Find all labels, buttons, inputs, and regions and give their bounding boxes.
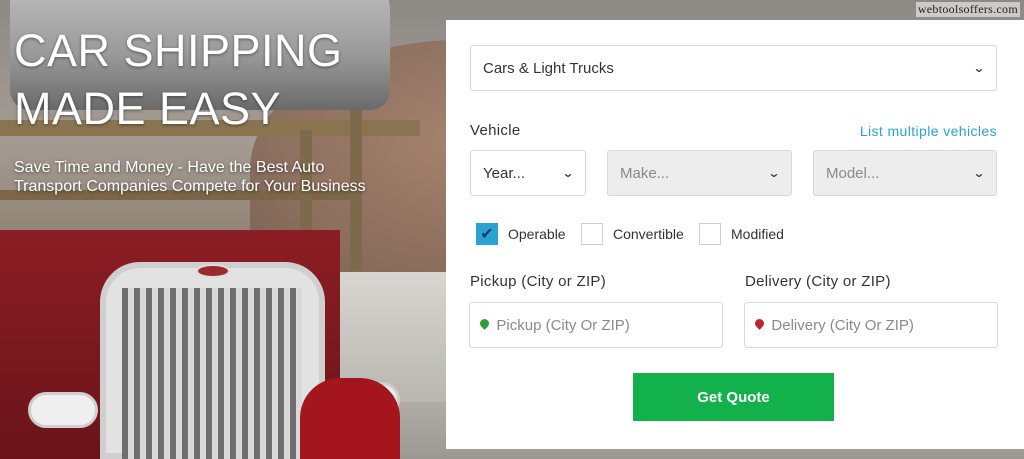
map-pin-icon — [755, 319, 763, 332]
pickup-label: Pickup (City or ZIP) — [470, 273, 607, 290]
vehicle-type-value: Cars & Light Trucks — [483, 59, 614, 77]
checkbox-empty[interactable] — [699, 223, 721, 245]
year-select[interactable]: Year... ⌄ — [470, 150, 586, 196]
checkmark-icon[interactable]: ✔ — [476, 223, 498, 245]
truck-grill-bars-shape — [122, 288, 302, 459]
map-pin-icon — [480, 319, 488, 332]
chevron-down-icon: ⌄ — [972, 61, 986, 75]
list-multiple-vehicles-link[interactable]: List multiple vehicles — [860, 123, 997, 139]
delivery-label: Delivery (City or ZIP) — [745, 273, 891, 290]
delivery-input[interactable] — [771, 316, 997, 334]
convertible-checkbox[interactable]: Convertible — [581, 223, 684, 245]
model-value: Model... — [826, 164, 880, 182]
delivery-input-wrapper[interactable] — [744, 302, 998, 348]
hero-subheadline: Save Time and Money - Have the Best Auto… — [14, 159, 366, 195]
chevron-down-icon: ⌄ — [561, 166, 575, 180]
year-value: Year... — [483, 164, 525, 182]
hero-headline-line1: CAR SHIPPING — [14, 25, 343, 76]
checkbox-empty[interactable] — [581, 223, 603, 245]
hero-headline: CAR SHIPPING MADE EASY — [14, 22, 374, 138]
quote-form-panel: Cars & Light Trucks ⌄ Vehicle List multi… — [446, 20, 1024, 449]
modified-label: Modified — [731, 226, 784, 242]
chevron-down-icon: ⌄ — [972, 166, 986, 180]
vehicle-label: Vehicle — [470, 122, 521, 139]
chevron-down-icon: ⌄ — [767, 166, 781, 180]
vehicle-type-select[interactable]: Cars & Light Trucks ⌄ — [470, 45, 997, 91]
truck-fender-shape — [300, 378, 400, 459]
convertible-label: Convertible — [613, 226, 684, 242]
make-select[interactable]: Make... ⌄ — [607, 150, 792, 196]
operable-label: Operable — [508, 226, 566, 242]
truck-badge-shape — [196, 264, 230, 278]
pickup-input[interactable] — [496, 316, 722, 334]
get-quote-button[interactable]: Get Quote — [633, 373, 834, 421]
make-value: Make... — [620, 164, 670, 182]
watermark-text: webtoolsoffers.com — [915, 2, 1020, 17]
truck-headlamp-left — [28, 392, 98, 428]
model-select[interactable]: Model... ⌄ — [813, 150, 997, 196]
modified-checkbox[interactable]: Modified — [699, 223, 784, 245]
pickup-input-wrapper[interactable] — [469, 302, 723, 348]
hero-headline-line2: MADE EASY — [14, 83, 282, 134]
operable-checkbox[interactable]: ✔ Operable — [476, 223, 566, 245]
